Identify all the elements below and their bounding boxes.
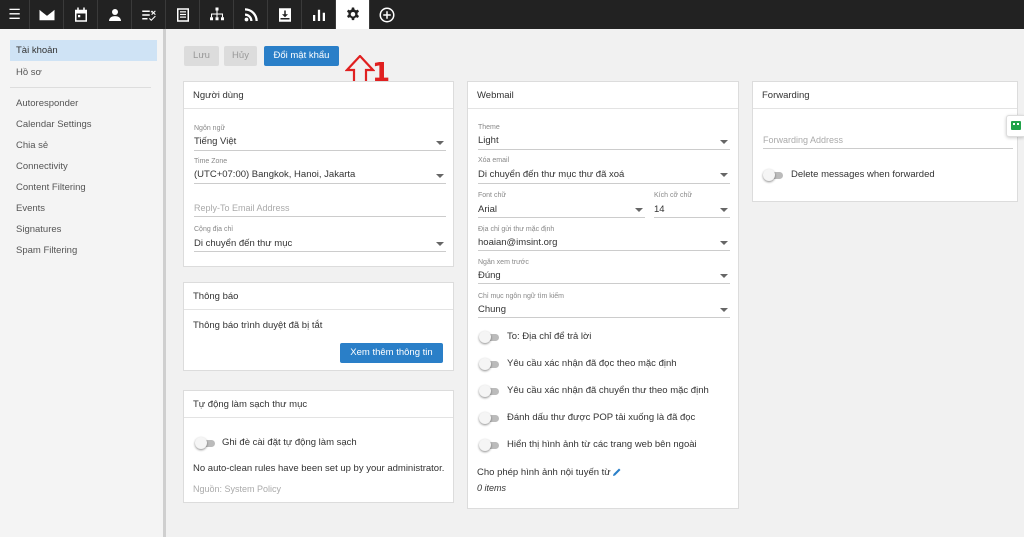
sidebar-item-connectivity[interactable]: Connectivity xyxy=(10,156,157,177)
pop-mark-read-toggle[interactable] xyxy=(479,412,499,424)
delivery-receipt-toggle-label: Yêu cầu xác nhận đã chuyển thư theo mặc … xyxy=(507,385,709,396)
panel-title: Người dùng xyxy=(184,82,453,109)
font-size-select[interactable]: 14 xyxy=(654,204,665,215)
save-button[interactable]: Lưu xyxy=(184,46,219,66)
read-receipt-toggle[interactable] xyxy=(479,358,499,370)
panel-title: Thông báo xyxy=(184,283,453,310)
sidebar-item-profile[interactable]: Hồ sơ xyxy=(10,62,157,83)
archive-icon[interactable] xyxy=(267,0,301,29)
sidebar-item-sharing[interactable]: Chia sẻ xyxy=(10,135,157,156)
inline-images-count: 0 items xyxy=(477,483,507,493)
auto-clean-panel: Tự động làm sạch thư mục Ghi đè cài đặt … xyxy=(183,390,454,503)
read-receipt-toggle-label: Yêu cầu xác nhận đã đọc theo mặc định xyxy=(507,358,677,369)
sidebar-divider xyxy=(10,87,151,88)
preview-pane-select[interactable]: Đúng xyxy=(478,270,501,281)
default-from-label: Địa chỉ gửi thư mặc định xyxy=(478,226,555,233)
autoclean-source: Nguồn: System Policy xyxy=(193,484,282,494)
search-language-label: Chỉ mục ngôn ngữ tìm kiếm xyxy=(478,293,564,300)
side-widget-tab[interactable] xyxy=(1006,115,1024,137)
chevron-down-icon xyxy=(720,308,728,312)
forwarding-panel: Forwarding Forwarding Address Delete mes… xyxy=(752,81,1018,202)
mail-icon[interactable] xyxy=(29,0,63,29)
notes-icon[interactable] xyxy=(165,0,199,29)
language-label: Ngôn ngữ xyxy=(194,125,226,132)
user-panel: Người dùng Ngôn ngữ Tiếng Việt Time Zone… xyxy=(183,81,454,267)
trash-label: Cộng địa chỉ xyxy=(194,226,233,233)
timezone-label: Time Zone xyxy=(194,158,228,165)
chevron-down-icon xyxy=(720,140,728,144)
sidebar-item-content-filtering[interactable]: Content Filtering xyxy=(10,177,157,198)
top-navigation-bar: ☰ xyxy=(0,0,1024,29)
add-circle-icon[interactable] xyxy=(369,0,403,29)
chevron-down-icon xyxy=(720,274,728,278)
override-autoclean-label: Ghi đè cài đặt tự động làm sạch xyxy=(222,437,357,448)
sidebar-item-signatures[interactable]: Signatures xyxy=(10,219,157,240)
pop-mark-read-toggle-label: Đánh dấu thư được POP tải xuống là đã đọ… xyxy=(507,412,696,423)
delete-email-select[interactable]: Di chuyển đến thư mục thư đã xoá xyxy=(478,169,624,180)
settings-icon[interactable] xyxy=(335,0,369,29)
forwarding-address-input[interactable]: Forwarding Address xyxy=(763,135,843,145)
sidebar-item-account[interactable]: Tài khoản xyxy=(10,40,157,61)
reports-icon[interactable] xyxy=(301,0,335,29)
tasks-icon[interactable] xyxy=(131,0,165,29)
chevron-down-icon xyxy=(720,241,728,245)
panel-title: Forwarding xyxy=(753,82,1017,109)
delivery-receipt-toggle[interactable] xyxy=(479,385,499,397)
sidebar-item-autoresponder[interactable]: Autoresponder xyxy=(10,93,157,114)
contacts-icon[interactable] xyxy=(97,0,131,29)
autoclean-info: No auto-clean rules have been set up by … xyxy=(193,463,445,474)
font-size-label: Kích cỡ chữ xyxy=(654,192,693,199)
preview-pane-label: Ngăn xem trước xyxy=(478,259,529,266)
reply-to-input[interactable]: Reply-To Email Address xyxy=(194,203,290,213)
default-from-select[interactable]: hoaian@imsint.org xyxy=(478,237,557,248)
menu-icon[interactable]: ☰ xyxy=(0,0,29,29)
more-info-button[interactable]: Xem thêm thông tin xyxy=(340,343,443,363)
timezone-select[interactable]: (UTC+07:00) Bangkok, Hanoi, Jakarta xyxy=(194,169,355,180)
change-password-button[interactable]: Đổi mật khẩu xyxy=(264,46,339,66)
font-select[interactable]: Arial xyxy=(478,204,497,215)
chevron-down-icon xyxy=(720,208,728,212)
font-label: Font chữ xyxy=(478,192,507,199)
pencil-icon[interactable] xyxy=(612,467,622,477)
chevron-down-icon xyxy=(436,174,444,178)
panel-title: Tự động làm sạch thư mục xyxy=(184,391,453,418)
language-select[interactable]: Tiếng Việt xyxy=(194,136,236,147)
webmail-panel: Webmail Theme Light Xóa email Di chuyển … xyxy=(467,81,739,509)
chevron-down-icon xyxy=(720,173,728,177)
chevron-down-icon xyxy=(436,242,444,246)
chat-widget-icon xyxy=(1011,121,1021,130)
calendar-icon[interactable] xyxy=(63,0,97,29)
theme-select[interactable]: Light xyxy=(478,135,499,146)
notification-status: Thông báo trình duyệt đã bị tắt xyxy=(193,320,323,331)
inline-images-label: Cho phép hình ảnh nội tuyến từ xyxy=(477,467,611,478)
trash-select[interactable]: Di chuyển đến thư mục xyxy=(194,238,292,249)
external-images-toggle-label: Hiển thị hình ảnh từ các trang web bên n… xyxy=(507,439,697,450)
sidebar-item-spam-filtering[interactable]: Spam Filtering xyxy=(10,240,157,261)
override-autoclean-toggle[interactable] xyxy=(195,437,215,449)
search-language-select[interactable]: Chung xyxy=(478,304,506,315)
external-images-toggle[interactable] xyxy=(479,439,499,451)
delete-email-label: Xóa email xyxy=(478,157,510,164)
delete-forwarded-label: Delete messages when forwarded xyxy=(791,169,935,180)
rss-icon[interactable] xyxy=(233,0,267,29)
notification-panel: Thông báo Thông báo trình duyệt đã bị tắ… xyxy=(183,282,454,371)
org-chart-icon[interactable] xyxy=(199,0,233,29)
chevron-down-icon xyxy=(635,208,643,212)
theme-label: Theme xyxy=(478,124,500,131)
chevron-down-icon xyxy=(436,141,444,145)
cancel-button[interactable]: Hủy xyxy=(224,46,257,66)
panel-title: Webmail xyxy=(468,82,738,109)
reply-to-toggle-label: To: Địa chỉ để trả lời xyxy=(507,331,592,342)
reply-to-toggle[interactable] xyxy=(479,331,499,343)
sidebar-item-events[interactable]: Events xyxy=(10,198,157,219)
settings-sidebar: Tài khoản Hồ sơ Autoresponder Calendar S… xyxy=(0,29,166,537)
delete-forwarded-toggle[interactable] xyxy=(763,169,783,181)
sidebar-item-calendar-settings[interactable]: Calendar Settings xyxy=(10,114,157,135)
